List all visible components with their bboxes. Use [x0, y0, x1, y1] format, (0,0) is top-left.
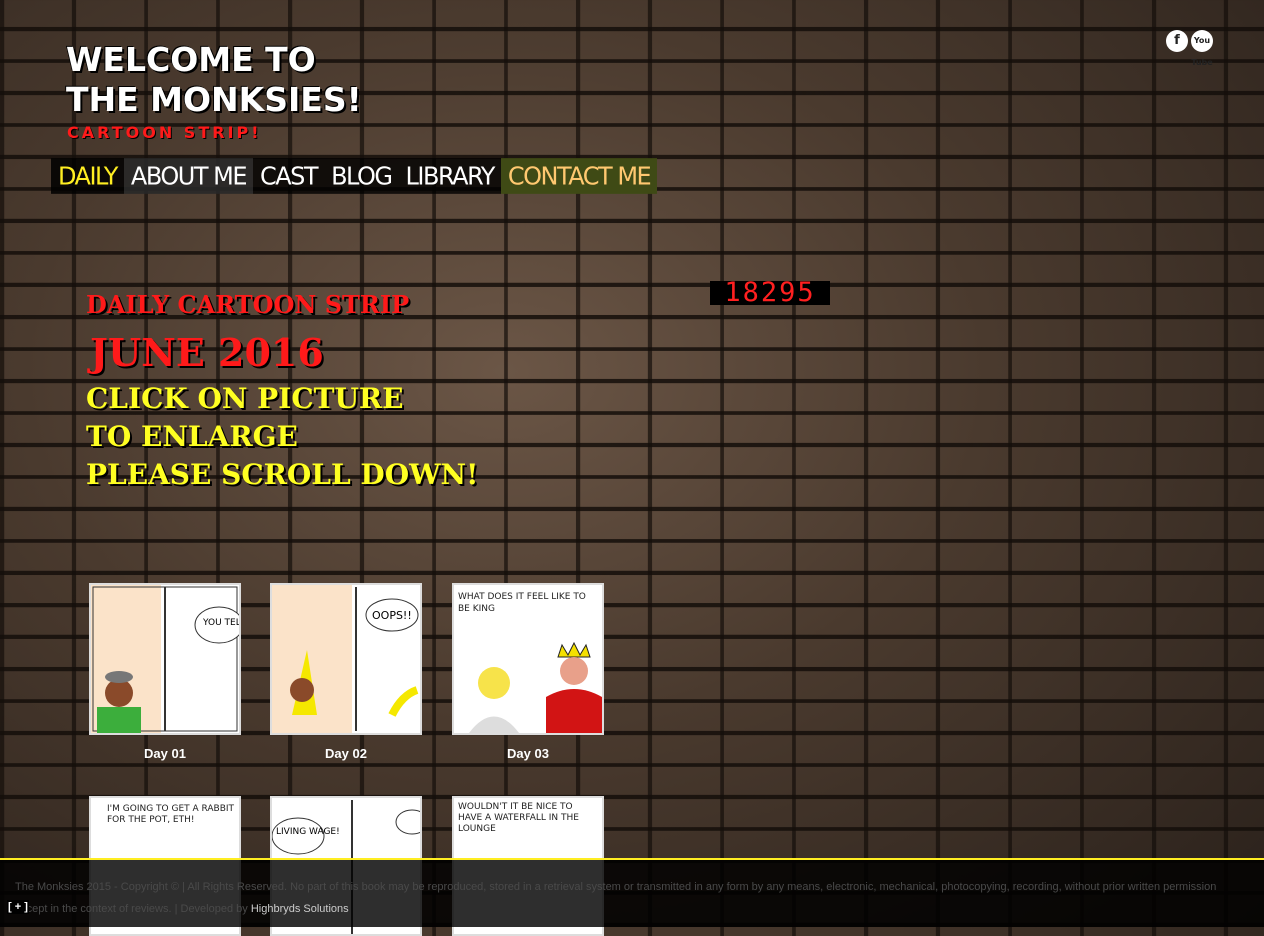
- intro-instruction-3: PLEASE SCROLL DOWN!: [86, 458, 479, 491]
- cartoon-image: WHAT DOES IT FEEL LIKE TO BE KING: [454, 585, 602, 733]
- speech-text: OOPS!!: [372, 609, 412, 622]
- intro-heading: DAILY CARTOON STRIP: [86, 290, 410, 319]
- nav-item-cast[interactable]: CAST: [252, 158, 325, 194]
- site-title-line2: THE MONKSIES!: [66, 80, 362, 119]
- gallery-label-day-03: Day 03: [507, 746, 549, 761]
- gallery-label-day-02: Day 02: [325, 746, 367, 761]
- cartoon-image: YOU TELL: [91, 585, 239, 733]
- visit-counter: 18295: [710, 279, 830, 306]
- intro-instructions: CLICK ON PICTURE TO ENLARGE PLEASE SCROL…: [86, 380, 478, 494]
- gallery-label-day-01: Day 01: [144, 746, 186, 761]
- gallery-thumb-day-01[interactable]: YOU TELL: [89, 583, 241, 735]
- intro-instruction-2: TO ENLARGE: [86, 420, 298, 453]
- speech-text: YOU TELL: [202, 618, 239, 628]
- main-nav: DAILY ABOUT ME CAST BLOG LIBRARY CONTACT…: [51, 158, 658, 194]
- site-title: WELCOME TO THE MONKSIES!: [66, 40, 362, 120]
- footer-copyright: The Monksies 2015 - Copyright © | All Ri…: [15, 876, 1235, 920]
- nav-item-contact-me[interactable]: CONTACT ME: [500, 158, 658, 194]
- intro-month: JUNE 2016: [90, 330, 324, 375]
- speech-text: LIVING WAGE!: [276, 827, 340, 837]
- social-links: f You Tube: [1166, 30, 1213, 67]
- facebook-icon[interactable]: f: [1166, 30, 1188, 52]
- speech-text: WHAT DOES IT FEEL LIKE TO BE KING: [458, 592, 586, 614]
- footer-expand-toggle[interactable]: [ + ]: [7, 900, 29, 914]
- site-footer: The Monksies 2015 - Copyright © | All Ri…: [0, 858, 1264, 927]
- nav-item-daily[interactable]: DAILY: [51, 158, 124, 194]
- footer-copyright-text: The Monksies 2015 - Copyright © | All Ri…: [15, 881, 1217, 915]
- gallery-thumb-day-03[interactable]: WHAT DOES IT FEEL LIKE TO BE KING: [452, 583, 604, 735]
- nav-item-about-me[interactable]: ABOUT ME: [123, 158, 253, 194]
- cartoon-image: OOPS!!: [272, 585, 420, 733]
- site-subtitle: CARTOON STRIP!: [67, 123, 262, 142]
- developer-link[interactable]: Highbryds Solutions: [251, 903, 349, 915]
- gallery-thumb-day-02[interactable]: OOPS!!: [270, 583, 422, 735]
- speech-text: WOULDN'T IT BE NICE TO HAVE A WATERFALL …: [458, 802, 579, 834]
- nav-item-blog[interactable]: BLOG: [324, 158, 399, 194]
- speech-text: I'M GOING TO GET A RABBIT FOR THE POT, E…: [107, 804, 235, 825]
- youtube-icon[interactable]: You Tube: [1191, 30, 1213, 67]
- intro-instruction-1: CLICK ON PICTURE: [86, 382, 404, 415]
- nav-item-library[interactable]: LIBRARY: [398, 158, 501, 194]
- site-title-line1: WELCOME TO: [66, 40, 316, 79]
